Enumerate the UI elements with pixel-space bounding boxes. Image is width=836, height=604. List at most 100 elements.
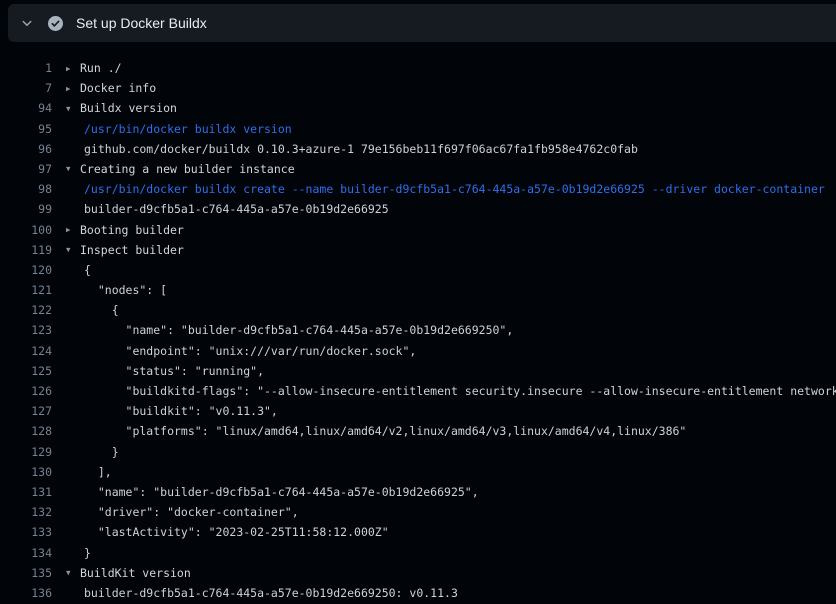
line-number[interactable]: 100 (0, 220, 52, 240)
line-number[interactable]: 130 (0, 462, 52, 482)
line-number[interactable]: 97 (0, 159, 52, 179)
step-header[interactable]: Set up Docker Buildx (8, 4, 836, 42)
log-line: 126 "buildkitd-flags": "--allow-insecure… (0, 381, 836, 401)
log-line: 129 } (0, 442, 836, 462)
log-line: 97 ▼Creating a new builder instance (0, 159, 836, 179)
log-line: 132 "driver": "docker-container", (0, 502, 836, 522)
log-line: 94 ▼Buildx version (0, 98, 836, 118)
group-collapse-icon[interactable]: ▼ (66, 99, 80, 119)
log-line: 131 "name": "builder-d9cfb5a1-c764-445a-… (0, 482, 836, 502)
log-line: 95/usr/bin/docker buildx version (0, 119, 836, 139)
line-number[interactable]: 124 (0, 341, 52, 361)
line-number[interactable]: 128 (0, 421, 52, 441)
group-header[interactable]: ▶Booting builder (66, 220, 184, 240)
line-number[interactable]: 122 (0, 300, 52, 320)
line-number[interactable]: 98 (0, 179, 52, 199)
log-command-text: /usr/bin/docker buildx version (84, 119, 292, 139)
log-command-text: /usr/bin/docker buildx create --name bui… (84, 179, 825, 199)
line-number[interactable]: 129 (0, 442, 52, 462)
log-line: 134} (0, 543, 836, 563)
line-number[interactable]: 94 (0, 98, 52, 118)
group-header[interactable]: ▼Inspect builder (66, 240, 184, 260)
log-line: 1 ▶Run ./ (0, 58, 836, 78)
log-output-text: ], (84, 462, 112, 482)
log-output-text: "lastActivity": "2023-02-25T11:58:12.000… (84, 522, 389, 542)
line-number[interactable]: 127 (0, 401, 52, 421)
group-expand-icon[interactable]: ▶ (66, 79, 80, 99)
line-number[interactable]: 126 (0, 381, 52, 401)
log-line: 98/usr/bin/docker buildx create --name b… (0, 179, 836, 199)
log-line: 125 "status": "running", (0, 361, 836, 381)
log-line: 133 "lastActivity": "2023-02-25T11:58:12… (0, 522, 836, 542)
log-line: 100 ▶Booting builder (0, 220, 836, 240)
log-line: 123 "name": "builder-d9cfb5a1-c764-445a-… (0, 320, 836, 340)
chevron-down-icon[interactable] (20, 16, 34, 30)
group-collapse-icon[interactable]: ▼ (66, 159, 80, 179)
group-title: BuildKit version (80, 566, 191, 580)
log-line: 136 builder-d9cfb5a1-c764-445a-a57e-0b19d… (0, 583, 836, 603)
log-line: 124 "endpoint": "unix:///var/run/docker.… (0, 341, 836, 361)
line-number[interactable]: 136 (0, 583, 52, 603)
line-number[interactable]: 134 (0, 543, 52, 563)
log-line: 122 { (0, 300, 836, 320)
group-title: Booting builder (80, 223, 184, 237)
log-output-text: "buildkitd-flags": "--allow-insecure-ent… (84, 381, 836, 401)
log-line: 121 "nodes": [ (0, 280, 836, 300)
log-output-text: "buildkit": "v0.11.3", (84, 401, 278, 421)
line-number[interactable]: 99 (0, 199, 52, 219)
log-line: 127 "buildkit": "v0.11.3", (0, 401, 836, 421)
log-line: 99 builder-d9cfb5a1-c764-445a-a57e-0b19d2… (0, 199, 836, 219)
log-output-text: { (84, 300, 119, 320)
line-number[interactable]: 133 (0, 522, 52, 542)
group-title: Buildx version (80, 101, 177, 115)
line-number[interactable]: 135 (0, 563, 52, 583)
log-line: 96 github.com/docker/buildx 0.10.3+azure-… (0, 139, 836, 159)
line-number[interactable]: 121 (0, 280, 52, 300)
group-title: Run ./ (80, 61, 122, 75)
log-output-text: "driver": "docker-container", (84, 502, 299, 522)
group-title: Inspect builder (80, 243, 184, 257)
group-collapse-icon[interactable]: ▼ (66, 563, 80, 583)
log-line: 7 ▶Docker info (0, 78, 836, 98)
log-line: 120 { (0, 260, 836, 280)
line-number[interactable]: 96 (0, 139, 52, 159)
log-line: 128 "platforms": "linux/amd64,linux/amd6… (0, 421, 836, 441)
log-output-text: { (84, 260, 91, 280)
group-title: Docker info (80, 81, 156, 95)
log-output-text: "nodes": [ (84, 280, 167, 300)
group-expand-icon[interactable]: ▶ (66, 59, 80, 79)
log-output-text: "name": "builder-d9cfb5a1-c764-445a-a57e… (84, 482, 479, 502)
log-output-text: "status": "running", (84, 361, 264, 381)
line-number[interactable]: 132 (0, 502, 52, 522)
log-output-text: "endpoint": "unix:///var/run/docker.sock… (84, 341, 416, 361)
group-header[interactable]: ▶Docker info (66, 78, 156, 98)
group-header[interactable]: ▶Run ./ (66, 58, 122, 78)
group-header[interactable]: ▼Buildx version (66, 98, 177, 118)
log-output-text: "platforms": "linux/amd64,linux/amd64/v2… (84, 421, 686, 441)
log-line: 130 ], (0, 462, 836, 482)
log-lines: 1▶Run ./7▶Docker info94▼Buildx version95… (0, 42, 836, 604)
line-number[interactable]: 7 (0, 78, 52, 98)
group-header[interactable]: ▼Creating a new builder instance (66, 159, 295, 179)
log-line: 135 ▼BuildKit version (0, 563, 836, 583)
group-expand-icon[interactable]: ▶ (66, 220, 80, 240)
group-header[interactable]: ▼BuildKit version (66, 563, 191, 583)
group-title: Creating a new builder instance (80, 162, 295, 176)
line-number[interactable]: 119 (0, 240, 52, 260)
line-number[interactable]: 95 (0, 119, 52, 139)
line-number[interactable]: 120 (0, 260, 52, 280)
log-output-text: github.com/docker/buildx 0.10.3+azure-1 … (84, 139, 638, 159)
log-output-text: } (84, 543, 91, 563)
group-collapse-icon[interactable]: ▼ (66, 240, 80, 260)
log-output-text: builder-d9cfb5a1-c764-445a-a57e-0b19d2e6… (84, 199, 389, 219)
log-output-text: builder-d9cfb5a1-c764-445a-a57e-0b19d2e6… (84, 583, 458, 603)
log-output-text: } (84, 442, 119, 462)
line-number[interactable]: 123 (0, 320, 52, 340)
line-number[interactable]: 1 (0, 58, 52, 78)
check-circle-icon (48, 16, 63, 31)
step-title: Set up Docker Buildx (76, 15, 207, 31)
line-number[interactable]: 125 (0, 361, 52, 381)
line-number[interactable]: 131 (0, 482, 52, 502)
log-output-text: "name": "builder-d9cfb5a1-c764-445a-a57e… (84, 320, 513, 340)
log-line: 119 ▼Inspect builder (0, 240, 836, 260)
